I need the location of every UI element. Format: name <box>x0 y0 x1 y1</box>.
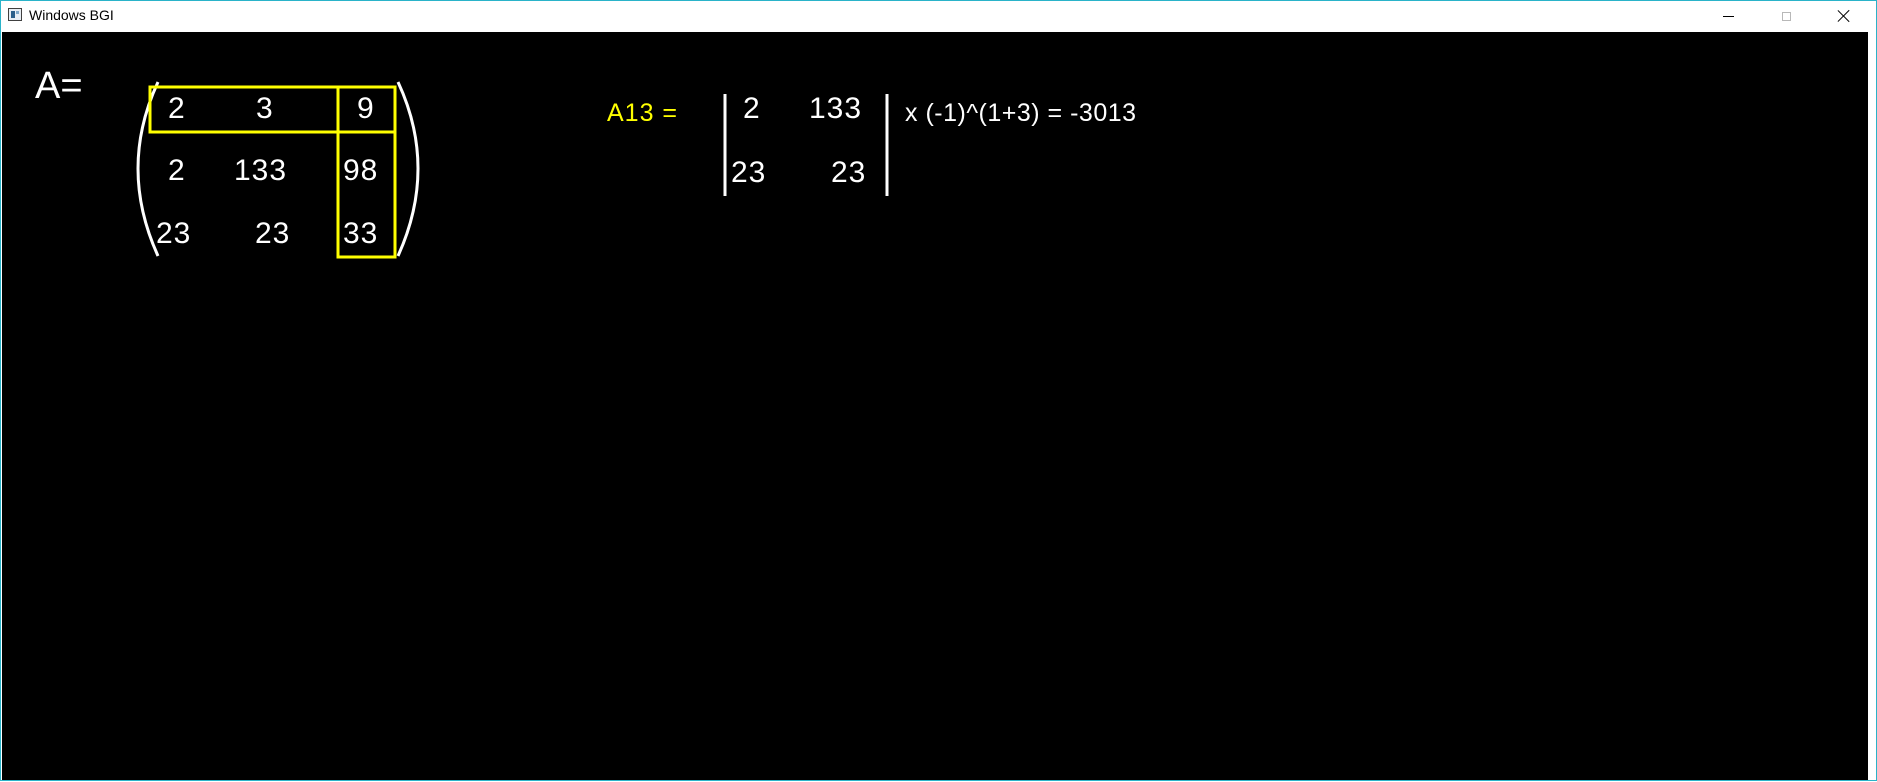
highlight-column-box <box>336 85 397 259</box>
matrix-right-parenthesis <box>396 81 420 257</box>
highlight-row-box <box>148 85 397 134</box>
matrix-graphics <box>136 81 889 259</box>
matrix-left-parenthesis <box>136 81 160 257</box>
bgi-window: Windows BGI A= 2 3 9 2 133 98 23 23 33 A… <box>0 0 1877 781</box>
